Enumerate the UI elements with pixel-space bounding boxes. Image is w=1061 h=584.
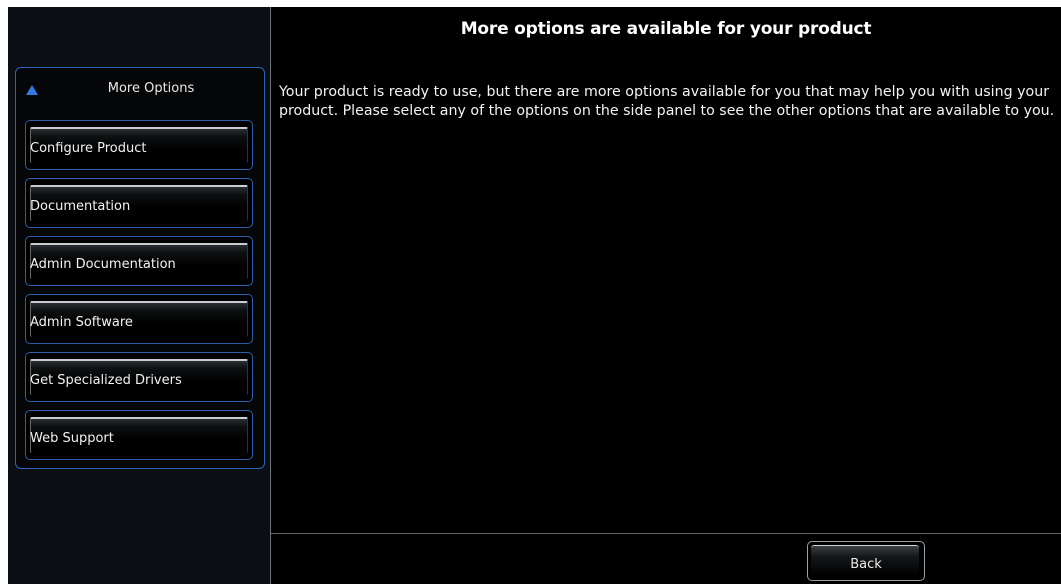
option-label: Configure Product	[30, 141, 147, 156]
option-label: Documentation	[30, 199, 131, 214]
more-options-panel: More Options Configure Product Documenta…	[15, 67, 265, 469]
configure-product-button[interactable]: Configure Product	[25, 120, 253, 170]
installer-window: More Options Configure Product Documenta…	[0, 0, 1061, 584]
page-title: More options are available for your prod…	[460, 19, 872, 39]
more-options-title: More Options	[107, 81, 195, 96]
get-specialized-drivers-button[interactable]: Get Specialized Drivers	[25, 352, 253, 402]
more-options-header[interactable]: More Options	[16, 68, 264, 113]
window-frame-top	[0, 0, 1061, 7]
window-frame-left	[0, 0, 8, 584]
documentation-button[interactable]: Documentation	[25, 178, 253, 228]
option-label: Get Specialized Drivers	[30, 373, 182, 388]
option-label: Admin Documentation	[30, 257, 176, 272]
option-label: Web Support	[30, 431, 114, 446]
triangle-up-icon[interactable]	[26, 85, 38, 95]
admin-documentation-button[interactable]: Admin Documentation	[25, 236, 253, 286]
back-label: Back	[850, 557, 882, 572]
main-content: More options are available for your prod…	[271, 7, 1061, 584]
sidebar: More Options Configure Product Documenta…	[8, 7, 271, 584]
description-text: Your product is ready to use, but there …	[279, 84, 1055, 119]
option-label: Admin Software	[30, 315, 133, 330]
back-button[interactable]: Back	[807, 541, 925, 581]
web-support-button[interactable]: Web Support	[25, 410, 253, 460]
footer-divider	[271, 533, 1061, 534]
admin-software-button[interactable]: Admin Software	[25, 294, 253, 344]
